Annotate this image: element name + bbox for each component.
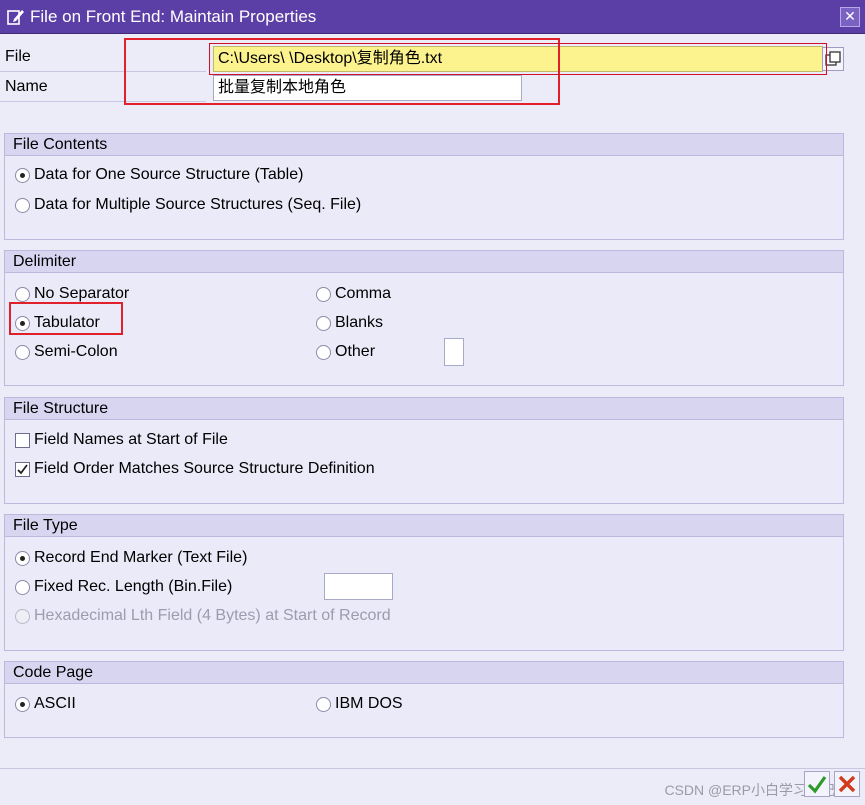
- close-icon: ✕: [844, 8, 856, 24]
- radio-label: ASCII: [34, 695, 76, 712]
- checkmark-icon: [17, 464, 28, 475]
- radio-label: Hexadecimal Lth Field (4 Bytes) at Start…: [34, 607, 391, 624]
- group-title: Delimiter: [5, 251, 843, 273]
- radio-button[interactable]: [316, 287, 331, 302]
- radio-button[interactable]: [316, 697, 331, 712]
- group-title: File Type: [5, 515, 843, 537]
- highlight-box: [209, 43, 827, 75]
- file-contents-group: File Contents Data for One Source Struct…: [4, 133, 844, 240]
- checkbox-label: Field Names at Start of File: [34, 431, 228, 448]
- fixed-length-input[interactable]: [324, 573, 393, 600]
- name-label: Name: [5, 78, 48, 95]
- radio-label: IBM DOS: [335, 695, 403, 712]
- radio-label: Data for One Source Structure (Table): [34, 166, 304, 183]
- edit-icon: [7, 10, 24, 25]
- radio-button[interactable]: [15, 697, 30, 712]
- file-structure-group: File Structure Field Names at Start of F…: [4, 397, 844, 504]
- other-delimiter-input[interactable]: [444, 338, 464, 366]
- delimiter-group: Delimiter No Separator Tabulator Semi-Co…: [4, 250, 844, 386]
- file-label: File: [5, 48, 31, 65]
- radio-button[interactable]: [316, 316, 331, 331]
- radio-label: Data for Multiple Source Structures (Seq…: [34, 196, 362, 213]
- radio-button[interactable]: [15, 551, 30, 566]
- confirm-button[interactable]: [804, 771, 830, 797]
- footer-divider: [0, 768, 865, 769]
- title-bar: File on Front End: Maintain Properties ✕: [0, 0, 865, 34]
- window-title: File on Front End: Maintain Properties: [30, 7, 317, 26]
- close-button[interactable]: ✕: [840, 7, 860, 27]
- radio-button[interactable]: [316, 345, 331, 360]
- checkbox[interactable]: [15, 433, 30, 448]
- radio-button[interactable]: [15, 345, 30, 360]
- radio-label: Record End Marker (Text File): [34, 549, 248, 566]
- cancel-icon: [838, 775, 856, 793]
- group-title: File Structure: [5, 398, 843, 420]
- checkbox[interactable]: [15, 462, 30, 477]
- radio-label: Semi-Colon: [34, 343, 118, 360]
- radio-button: [15, 609, 30, 624]
- radio-button[interactable]: [15, 287, 30, 302]
- code-page-group: Code Page ASCII IBM DOS: [4, 661, 844, 738]
- group-title: File Contents: [5, 134, 843, 156]
- checkbox-label: Field Order Matches Source Structure Def…: [34, 460, 375, 477]
- checkmark-icon: [807, 776, 827, 794]
- radio-label: Other: [335, 343, 376, 360]
- file-type-group: File Type Record End Marker (Text File) …: [4, 514, 844, 651]
- radio-label: Comma: [335, 285, 392, 302]
- radio-label: Fixed Rec. Length (Bin.File): [34, 578, 233, 595]
- radio-label: Blanks: [335, 314, 384, 331]
- group-title: Code Page: [5, 662, 843, 684]
- radio-button[interactable]: [15, 168, 30, 183]
- radio-button[interactable]: [15, 198, 30, 213]
- highlight-box: [9, 302, 123, 335]
- cancel-button[interactable]: [834, 771, 860, 797]
- radio-label: No Separator: [34, 285, 130, 302]
- radio-button[interactable]: [15, 580, 30, 595]
